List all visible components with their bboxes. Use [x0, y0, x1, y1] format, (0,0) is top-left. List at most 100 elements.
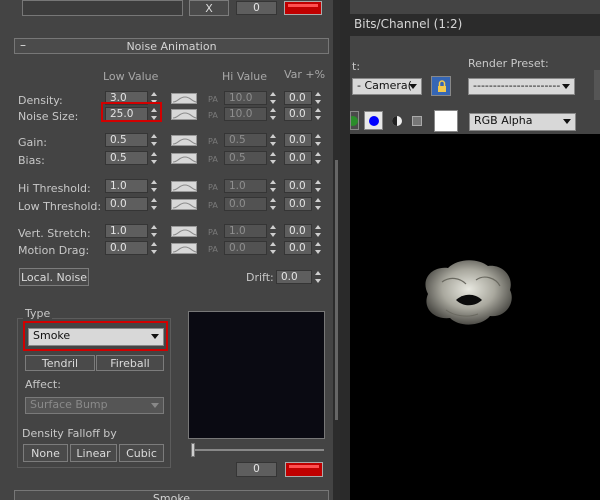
low-value-spinner[interactable]: [150, 179, 159, 193]
hi-value-spinner[interactable]: [269, 107, 278, 121]
var-field[interactable]: 0.0: [284, 151, 312, 165]
camera-label: t:: [352, 60, 361, 73]
low-value-spinner[interactable]: [150, 224, 159, 238]
var-spinner[interactable]: [314, 151, 323, 165]
param-label: Vert. Stretch:: [18, 227, 91, 240]
blue-channel-icon[interactable]: [364, 111, 383, 130]
var-spinner[interactable]: [314, 241, 323, 255]
close-x-button[interactable]: X: [189, 0, 229, 16]
low-value-spinner[interactable]: [150, 151, 159, 165]
hi-value-field[interactable]: 1.0: [224, 179, 267, 193]
hi-value-field[interactable]: 0.0: [224, 197, 267, 211]
hi-value-field[interactable]: 0.5: [224, 151, 267, 165]
var-field[interactable]: 0.0: [284, 107, 312, 121]
type-dropdown[interactable]: Smoke: [28, 328, 164, 346]
render-viewport[interactable]: [350, 134, 600, 500]
low-value-field[interactable]: 0.5: [105, 151, 148, 165]
hi-value-field[interactable]: 1.0: [224, 224, 267, 238]
affect-value: Surface Bump: [30, 398, 108, 411]
green-channel-icon[interactable]: [348, 111, 359, 130]
var-field[interactable]: 0.0: [284, 133, 312, 147]
curve-icon[interactable]: [171, 181, 198, 192]
hi-value-field[interactable]: 10.0: [224, 91, 267, 105]
low-value-field[interactable]: 1.0: [105, 224, 148, 238]
curve-icon[interactable]: [171, 135, 198, 146]
hi-value-spinner[interactable]: [269, 197, 278, 211]
close-x-label: X: [205, 1, 213, 15]
top-value-field[interactable]: 0: [236, 1, 277, 15]
pa-label: PA: [208, 245, 218, 254]
var-spinner[interactable]: [314, 197, 323, 211]
chevron-down-icon: [563, 119, 571, 124]
low-value-field[interactable]: 1.0: [105, 179, 148, 193]
var-field[interactable]: 0.0: [284, 179, 312, 193]
local-noise-button[interactable]: Local. Noise: [19, 268, 89, 286]
preview-slider-thumb[interactable]: [191, 443, 195, 457]
var-field[interactable]: 0.0: [284, 224, 312, 238]
var-spinner[interactable]: [314, 91, 323, 105]
affect-dropdown[interactable]: Surface Bump: [25, 397, 164, 414]
var-field[interactable]: 0.0: [284, 197, 312, 211]
noise-size-highlight: [101, 102, 162, 122]
hi-value-spinner[interactable]: [269, 241, 278, 255]
low-value-field[interactable]: 0.5: [105, 133, 148, 147]
falloff-cubic-button[interactable]: Cubic: [119, 444, 164, 462]
rendered-noise-object: [425, 260, 512, 325]
lock-icon[interactable]: [431, 76, 451, 96]
alpha-channel-icon[interactable]: [390, 114, 404, 128]
drift-spinner[interactable]: [314, 270, 323, 284]
param-label: Hi Threshold:: [18, 182, 91, 195]
chevron-down-icon: [562, 84, 570, 89]
low-value-spinner[interactable]: [150, 197, 159, 211]
curve-icon[interactable]: [171, 243, 198, 254]
tendril-button[interactable]: Tendril: [25, 355, 95, 371]
render-preset-dropdown[interactable]: ----------------------: [468, 78, 575, 95]
hi-value-spinner[interactable]: [269, 133, 278, 147]
fireball-button[interactable]: Fireball: [96, 355, 164, 371]
noise-animation-rollout-header[interactable]: – Noise Animation: [14, 38, 329, 54]
panel-scroll-thumb[interactable]: [335, 160, 338, 420]
curve-icon[interactable]: [171, 153, 198, 164]
hi-value-spinner[interactable]: [269, 179, 278, 193]
falloff-cubic-label: Cubic: [126, 446, 157, 460]
param-label: Bias:: [18, 154, 45, 167]
param-label: Noise Size:: [18, 110, 79, 123]
var-field[interactable]: 0.0: [284, 241, 312, 255]
hi-value-spinner[interactable]: [269, 151, 278, 165]
smoke-rollout-header[interactable]: Smoke: [14, 490, 329, 500]
var-spinner[interactable]: [314, 179, 323, 193]
pa-label: PA: [208, 183, 218, 192]
var-field[interactable]: 0.0: [284, 91, 312, 105]
falloff-linear-button[interactable]: Linear: [70, 444, 117, 462]
var-spinner[interactable]: [314, 224, 323, 238]
low-value-spinner[interactable]: [150, 133, 159, 147]
pa-label: PA: [208, 111, 218, 120]
preview-slider-track[interactable]: [191, 449, 324, 451]
render-toolbar-edge-button[interactable]: [594, 70, 600, 100]
low-value-field[interactable]: 0.0: [105, 197, 148, 211]
hi-value-spinner[interactable]: [269, 91, 278, 105]
monochrome-icon[interactable]: [412, 116, 422, 126]
noise-animation-title: Noise Animation: [126, 40, 217, 53]
curve-icon[interactable]: [171, 199, 198, 210]
hi-value-field[interactable]: 10.0: [224, 107, 267, 121]
curve-icon[interactable]: [171, 109, 198, 120]
hi-value-field[interactable]: 0.5: [224, 133, 267, 147]
preview-color-swatch[interactable]: [285, 462, 323, 477]
var-spinner[interactable]: [314, 107, 323, 121]
falloff-none-button[interactable]: None: [23, 444, 68, 462]
hi-value-spinner[interactable]: [269, 224, 278, 238]
background-color-swatch[interactable]: [434, 110, 458, 132]
drift-field[interactable]: 0.0: [276, 270, 312, 284]
camera-dropdown[interactable]: - Camera(: [352, 78, 422, 95]
preview-frame-field[interactable]: 0: [236, 462, 277, 477]
curve-icon[interactable]: [171, 226, 198, 237]
low-value-spinner[interactable]: [150, 241, 159, 255]
low-value-field[interactable]: 0.0: [105, 241, 148, 255]
hi-value-field[interactable]: 0.0: [224, 241, 267, 255]
smoke-rollout-title: Smoke: [152, 492, 191, 500]
channel-dropdown[interactable]: RGB Alpha: [469, 113, 576, 131]
var-spinner[interactable]: [314, 133, 323, 147]
top-color-swatch[interactable]: [284, 1, 322, 15]
curve-icon[interactable]: [171, 93, 198, 104]
